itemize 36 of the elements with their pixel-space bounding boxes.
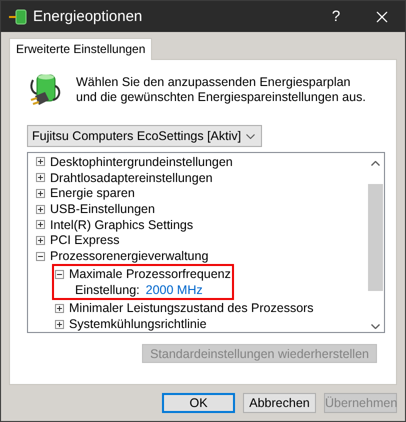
tree-item[interactable]: Desktophintergrundeinstellungen bbox=[50, 154, 233, 169]
tab[interactable]: Erweiterte Einstellungen bbox=[9, 38, 152, 60]
collapse-icon[interactable] bbox=[36, 252, 45, 261]
tree-item[interactable]: Maximale Prozessorfrequenz bbox=[69, 267, 231, 282]
window-title: Energieoptionen bbox=[33, 8, 144, 25]
expand-icon[interactable] bbox=[36, 236, 45, 245]
tree-item[interactable]: Systemkühlungsrichtlinie bbox=[69, 317, 207, 332]
expand-icon[interactable] bbox=[36, 188, 45, 198]
scroll-thumb[interactable] bbox=[368, 184, 383, 291]
expand-icon[interactable] bbox=[55, 304, 64, 313]
tree-item[interactable]: USB-Einstellungen bbox=[50, 202, 155, 216]
collapse-icon[interactable] bbox=[55, 270, 64, 279]
scroll-up-icon[interactable] bbox=[371, 161, 380, 166]
battery-icon bbox=[9, 8, 27, 24]
tree-item[interactable]: Energie sparen bbox=[50, 186, 135, 200]
expand-icon[interactable] bbox=[36, 173, 45, 182]
plan-dropdown[interactable]: Fujitsu Computers EcoSettings [Aktiv] bbox=[27, 125, 262, 147]
scroll-down-icon[interactable] bbox=[371, 324, 380, 329]
dialog-button[interactable]: OK bbox=[162, 393, 235, 413]
battery-plug-icon bbox=[29, 72, 62, 108]
setting-label: Einstellung: bbox=[75, 283, 140, 298]
help-button[interactable]: ? bbox=[313, 1, 359, 32]
tree-item[interactable]: Drahtlosadaptereinstellungen bbox=[50, 170, 213, 185]
tree-item[interactable]: PCI Express bbox=[50, 233, 120, 248]
tree-item[interactable]: Minimaler Leistungszustand des Prozessors bbox=[69, 301, 314, 316]
expand-icon[interactable] bbox=[36, 220, 45, 230]
expand-icon[interactable] bbox=[55, 320, 64, 329]
intro-text: Wählen Sie den anzupassenden Energiesparplan und die gewünschten Energiespareinstellungen aus. bbox=[76, 75, 366, 105]
expand-icon[interactable] bbox=[36, 204, 45, 214]
close-icon bbox=[376, 10, 388, 22]
setting-value[interactable]: 2000 MHz bbox=[146, 283, 203, 298]
dialog-button[interactable]: Abbrechen bbox=[243, 393, 316, 413]
chevron-down-icon bbox=[246, 134, 255, 138]
tree-item[interactable]: Intel(R) Graphics Settings bbox=[50, 218, 194, 232]
expand-icon[interactable] bbox=[36, 157, 45, 166]
tree-item[interactable]: Prozessorenergieverwaltung bbox=[50, 249, 208, 264]
